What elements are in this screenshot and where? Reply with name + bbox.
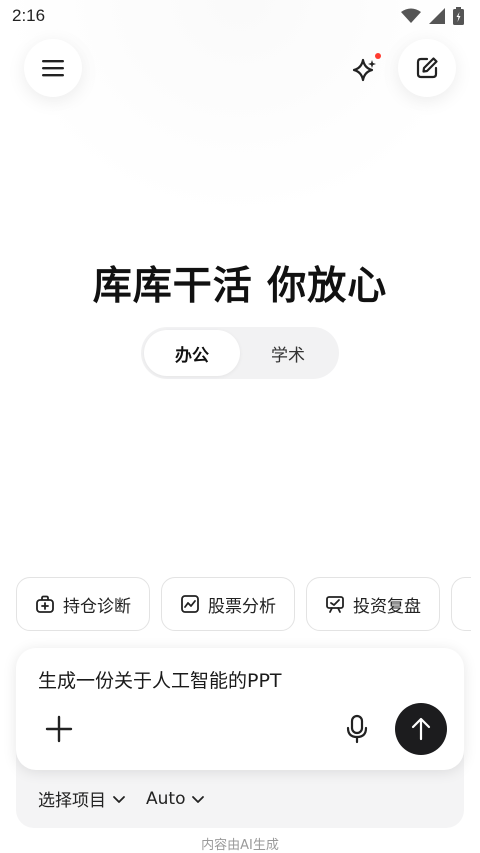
tab-office[interactable]: 办公: [144, 330, 240, 376]
page-headline: 库库干活 你放心: [92, 264, 388, 309]
composer-card: 生成一份关于人工智能的PPT: [16, 648, 464, 770]
chart-icon: [181, 595, 199, 613]
chip-stock-analysis[interactable]: 股票分析: [161, 577, 295, 631]
edit-icon: [416, 57, 438, 79]
background: [0, 0, 480, 220]
hamburger-menu-icon: [42, 60, 64, 77]
chevron-down-icon: [113, 795, 125, 803]
model-select-label: Auto: [146, 788, 186, 809]
battery-icon: [453, 7, 464, 25]
send-button[interactable]: [395, 703, 447, 755]
arrow-up-icon: [411, 717, 431, 741]
ai-disclaimer: 内容由AI生成: [201, 838, 279, 853]
chip-overflow[interactable]: [451, 577, 471, 631]
signal-icon: [429, 8, 445, 24]
prompt-input[interactable]: 生成一份关于人工智能的PPT: [38, 666, 282, 693]
mode-tabs: 办公 学术: [141, 327, 339, 379]
status-bar: 2:16: [0, 0, 480, 32]
chevron-down-icon: [192, 795, 205, 803]
voice-input-button[interactable]: [342, 712, 372, 746]
chip-label: 投资复盘: [353, 596, 421, 617]
notification-dot: [375, 53, 381, 59]
chip-label: 股票分析: [208, 596, 276, 617]
project-select[interactable]: 选择项目: [38, 786, 126, 811]
chip-portfolio-diagnosis[interactable]: 持仓诊断: [16, 577, 150, 631]
model-select[interactable]: Auto: [146, 789, 205, 809]
microphone-icon: [346, 714, 368, 744]
composer-options: 选择项目 Auto: [38, 786, 205, 811]
chip-label: 持仓诊断: [63, 596, 131, 617]
status-time: 2:16: [12, 6, 46, 25]
sparkle-button[interactable]: [348, 52, 382, 86]
sparkle-icon: [352, 53, 381, 82]
suggestion-chips: 持仓诊断 股票分析 投资复盘: [16, 577, 471, 631]
menu-button[interactable]: [24, 39, 82, 97]
status-icons: [401, 7, 464, 25]
plus-icon: [45, 715, 73, 743]
tab-academic[interactable]: 学术: [240, 330, 336, 376]
chip-investment-review[interactable]: 投资复盘: [306, 577, 440, 631]
add-attachment-button[interactable]: [42, 712, 76, 746]
portfolio-icon: [36, 595, 54, 613]
new-chat-button[interactable]: [398, 39, 456, 97]
wifi-icon: [401, 8, 421, 23]
project-select-label: 选择项目: [38, 791, 106, 811]
review-icon: [326, 596, 344, 613]
